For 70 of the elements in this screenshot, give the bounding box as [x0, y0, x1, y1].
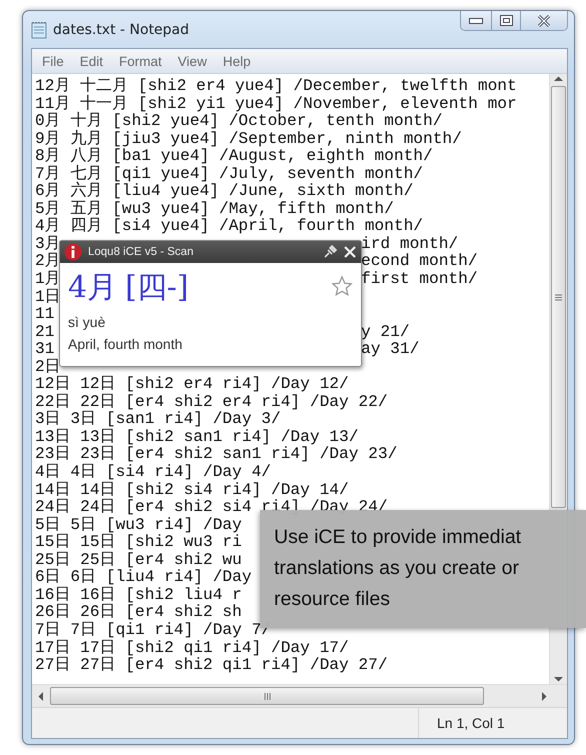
menu-item[interactable]: Format	[113, 54, 168, 68]
text-line: 5月 五月 [wu3 yue4] /May, fifth month/	[35, 200, 394, 218]
text-line: 4月 四月 [si4 yue4] /April, fourth month/	[35, 217, 423, 236]
down-arrow-icon[interactable]	[554, 676, 563, 682]
menu-item[interactable]: Edit	[74, 54, 110, 68]
right-arrow-icon[interactable]	[541, 692, 547, 700]
text-line: 14日 14日 [shi2 si4 ri4] /Day 14/	[35, 480, 349, 499]
grip-icon	[555, 294, 562, 300]
pinyin-reading: sì yuè	[68, 314, 106, 330]
text-line: ay 31/	[361, 341, 420, 359]
text-line: first month/	[361, 271, 478, 289]
headword: 4月	[68, 269, 118, 307]
text-line: 13日 13日 [shi2 san1 ri4] /Day 13/	[35, 428, 358, 446]
cursor-position: Ln 1, Col 1	[437, 715, 505, 731]
text-line: 9月 九月 [jiu3 yue4] /September, ninth month/	[35, 130, 462, 148]
text-line: 7日 7日 [qi1 ri4] /Day 7/	[35, 620, 271, 639]
close-button[interactable]	[520, 11, 567, 30]
text-line: 3月	[35, 234, 61, 253]
text-line: 7月 七月 [qi1 yue4] /July, seventh month/	[35, 164, 423, 183]
window-title: dates.txt - Notepad	[53, 22, 190, 38]
pin-icon[interactable]	[323, 245, 337, 259]
text-line: 12日 12日 [shi2 er4 ri4] /Day 12/	[35, 375, 349, 394]
definition: April, fourth month	[68, 336, 184, 352]
text-line: 11月 十一月 [shi2 yi1 yue4] /November, eleventh mor	[35, 94, 517, 113]
notepad-icon	[31, 20, 47, 38]
text-line: 5日 5日 [wu3 ri4] /Day	[35, 516, 242, 534]
info-icon	[64, 243, 82, 261]
text-line: 2月	[35, 252, 61, 270]
grip-icon	[264, 692, 270, 700]
maximize-button[interactable]	[491, 11, 520, 30]
text-line: 1月	[35, 270, 61, 288]
menu-item[interactable]: Help	[216, 54, 257, 68]
popup-title: Loqu8 iCE v5 - Scan	[88, 246, 194, 258]
text-line: 23日 23日 [er4 shi2 san1 ri4] /Day 23/	[35, 445, 398, 464]
callout-text: Use iCE to provide immediat translations as you create or resource files	[274, 525, 522, 612]
text-line: 1日	[35, 288, 61, 306]
minimize-icon	[469, 18, 483, 24]
minimize-button[interactable]	[461, 11, 491, 30]
text-line: 6月 六月 [liu4 yue4] /June, sixth month/	[35, 182, 414, 200]
close-icon	[537, 14, 551, 26]
up-arrow-icon[interactable]	[554, 76, 563, 82]
character-variant: [四-]	[125, 269, 189, 307]
text-line: 27日 27日 [er4 shi2 qi1 ri4] /Day 27/	[35, 656, 388, 674]
text-line: 8月 八月 [ba1 yue4] /August, eighth month/	[35, 147, 433, 166]
text-line: 26日 26日 [er4 shi2 sh	[35, 603, 242, 622]
star-icon[interactable]	[331, 275, 353, 297]
text-line: 25日 25日 [er4 shi2 wu	[35, 550, 242, 569]
text-line: 11	[35, 305, 54, 324]
text-line: econd month/	[361, 253, 478, 271]
menu-item[interactable]: View	[172, 54, 213, 68]
horizontal-scrollbar[interactable]	[32, 684, 567, 707]
text-line: 4日 4日 [si4 ri4] /Day 4/	[35, 463, 271, 482]
text-line: 2日	[35, 358, 61, 376]
maximize-icon	[500, 15, 512, 26]
text-line: 22日 22日 [er4 shi2 er4 ri4] /Day 22/	[35, 392, 388, 411]
text-line: 24日 24日 [er4 shi2 si4 ri4] /Day 24/	[35, 498, 388, 516]
text-line: 17日 17日 [shi2 qi1 ri4] /Day 17/	[35, 638, 349, 656]
text-line: y 21/	[361, 324, 410, 341]
text-line: 21	[35, 322, 54, 341]
text-line: 15日 15日 [shi2 wu3 ri	[35, 533, 242, 552]
text-line: 0月 十月 [shi2 yue4] /October, tenth month/	[35, 112, 442, 130]
text-line: 16日 16日 [shi2 liu4 r	[35, 586, 242, 604]
close-icon[interactable]	[343, 245, 357, 259]
text-line: 12月 十二月 [shi2 er4 yue4] /December, twelfth mont	[35, 77, 517, 95]
text-line: ird month/	[361, 236, 458, 253]
text-line: 31	[35, 340, 54, 358]
text-line: 3日 3日 [san1 ri4] /Day 3/	[35, 410, 281, 428]
text-line: 6日 6日 [liu4 ri4] /Day	[35, 568, 252, 586]
menu-item[interactable]: File	[36, 54, 70, 68]
left-arrow-icon[interactable]	[38, 692, 44, 700]
